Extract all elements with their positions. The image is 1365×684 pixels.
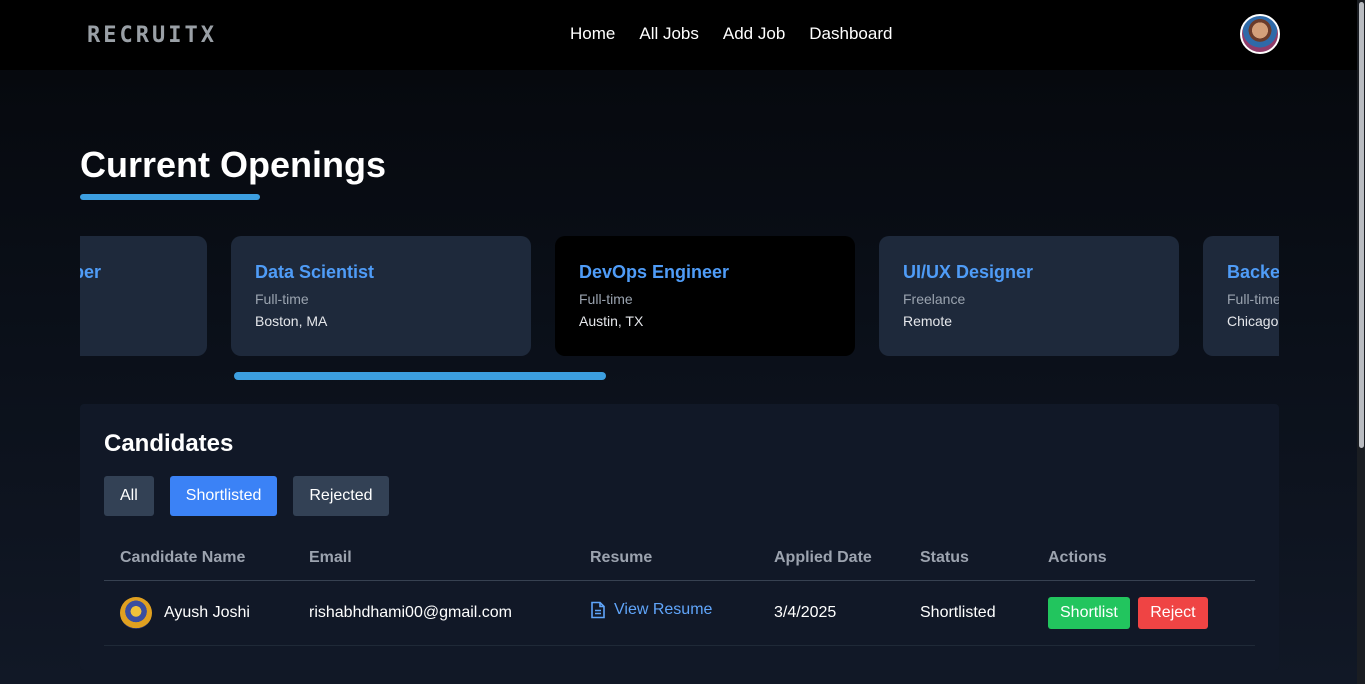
- candidate-name: Ayush Joshi: [164, 603, 250, 621]
- job-title: Backend Developer: [1227, 262, 1279, 282]
- candidate-avatar: [120, 596, 152, 629]
- job-type: Full-time: [1227, 291, 1279, 307]
- candidate-email: rishabhdhami00@gmail.com: [293, 580, 574, 646]
- filter-rejected-button[interactable]: Rejected: [293, 476, 389, 516]
- column-header-email: Email: [293, 536, 574, 581]
- job-title: DevOps Engineer: [579, 262, 730, 282]
- user-avatar[interactable]: [1240, 14, 1280, 54]
- column-header-actions: Actions: [1032, 536, 1255, 581]
- column-header-status: Status: [904, 536, 1032, 581]
- main-nav: Home All Jobs Add Job Dashboard: [570, 24, 892, 44]
- candidate-actions-cell: Shortlist Reject: [1032, 580, 1255, 646]
- candidate-name-cell: Ayush Joshi: [104, 580, 293, 646]
- view-resume-link[interactable]: View Resume: [590, 601, 712, 619]
- column-header-resume: Resume: [574, 536, 758, 581]
- table-header-row: Candidate Name Email Resume Applied Date…: [104, 536, 1255, 581]
- document-icon: [591, 601, 605, 619]
- filter-shortlisted-button[interactable]: Shortlisted: [169, 476, 278, 516]
- candidates-table: Candidate Name Email Resume Applied Date…: [104, 536, 1255, 646]
- job-card[interactable]: Backend Developer Full-time Chicago, IL: [1203, 236, 1279, 356]
- job-card[interactable]: Frontend Developer: [80, 236, 207, 356]
- job-card-active[interactable]: DevOps Engineer Full-time Austin, TX: [555, 236, 855, 356]
- candidate-status: Shortlisted: [904, 580, 1032, 646]
- job-location: Austin, TX: [579, 313, 644, 329]
- candidate-applied-date: 3/4/2025: [758, 580, 904, 646]
- scrollbar-thumb[interactable]: [1359, 2, 1364, 448]
- nav-add-job-link[interactable]: Add Job: [723, 24, 785, 44]
- page-title: Current Openings: [80, 144, 387, 185]
- job-card[interactable]: UI/UX Designer Freelance Remote: [879, 236, 1179, 356]
- filter-all-button[interactable]: All: [104, 476, 154, 516]
- view-resume-label: View Resume: [614, 601, 713, 618]
- top-navbar: RECRUITX Home All Jobs Add Job Dashboard: [0, 0, 1357, 70]
- nav-home-link[interactable]: Home: [570, 24, 615, 44]
- candidate-filters: All Shortlisted Rejected: [104, 476, 389, 516]
- job-location: Remote: [903, 313, 953, 329]
- column-header-applied-date: Applied Date: [758, 536, 904, 581]
- candidates-title: Candidates: [104, 430, 234, 457]
- job-title: Data Scientist: [255, 262, 375, 282]
- reject-button[interactable]: Reject: [1138, 596, 1208, 629]
- job-type: Full-time: [579, 291, 633, 307]
- job-type: Full-time: [255, 291, 309, 307]
- job-type: Freelance: [903, 291, 966, 307]
- job-card[interactable]: Data Scientist Full-time Boston, MA: [231, 236, 531, 356]
- nav-dashboard-link[interactable]: Dashboard: [809, 24, 892, 44]
- job-title: UI/UX Designer: [903, 262, 1034, 282]
- job-location: Chicago, IL: [1227, 313, 1279, 329]
- nav-all-jobs-link[interactable]: All Jobs: [639, 24, 699, 44]
- job-carousel[interactable]: Frontend Developer Data Scientist Full-t…: [80, 236, 1279, 356]
- title-underline: [80, 194, 260, 200]
- candidate-resume-cell: View Resume: [574, 580, 758, 646]
- column-header-name: Candidate Name: [104, 536, 293, 581]
- brand-logo[interactable]: RECRUITX: [87, 23, 217, 48]
- shortlist-button[interactable]: Shortlist: [1048, 596, 1130, 629]
- table-row: Ayush Joshi rishabhdhami00@gmail.com Vie…: [104, 580, 1255, 646]
- carousel-progress-bar: [234, 372, 606, 380]
- job-location: Boston, MA: [255, 313, 328, 329]
- candidates-panel: Candidates All Shortlisted Rejected Cand…: [80, 404, 1279, 670]
- job-title: Frontend Developer: [80, 262, 102, 282]
- carousel-progress-track: [234, 372, 606, 380]
